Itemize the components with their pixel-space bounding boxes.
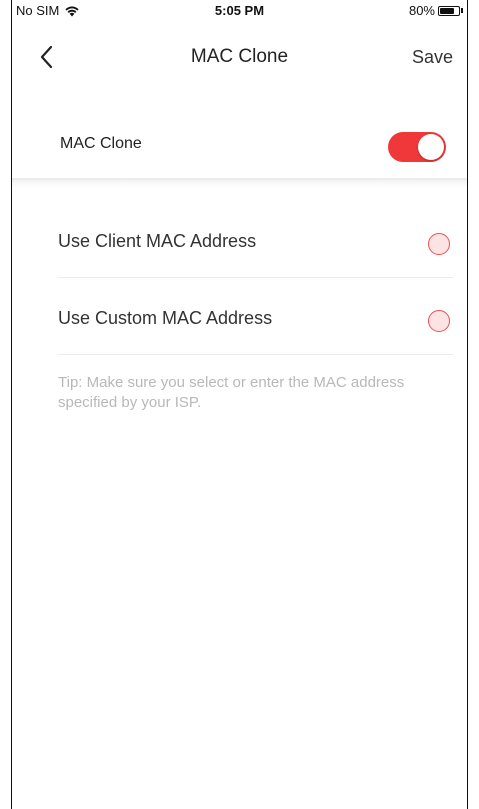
option-custom-mac[interactable]: Use Custom MAC Address [58,278,453,355]
battery-percent: 80% [408,3,435,18]
battery-fill [440,7,454,14]
status-right: 80% [409,3,463,18]
option-label: Use Client MAC Address [58,231,257,251]
option-client-mac[interactable]: Use Client MAC Address [58,188,453,278]
section-divider [12,178,467,188]
mac-clone-toggle[interactable] [388,132,446,162]
option-label: Use Custom MAC Address [58,308,273,328]
toggle-knob [418,134,444,160]
nav-bar: MAC Clone Save [12,24,467,84]
status-time: 5:05 PM [214,3,265,18]
mac-option-list: Use Client MAC Address Use Custom MAC Ad… [12,188,467,355]
radio-button[interactable] [428,310,450,332]
mac-clone-label: MAC Clone [60,135,142,152]
mac-clone-row: MAC Clone [12,84,467,178]
save-button[interactable]: Save [412,47,453,68]
radio-button[interactable] [428,233,450,255]
tip-text: Tip: Make sure you select or enter the M… [58,374,405,411]
status-bar: No SIM 5:05 PM 80% [12,0,467,24]
phone-screen: No SIM 5:05 PM 80% MAC Clone Save MAC Cl… [11,0,468,809]
battery-tip [461,8,463,13]
page-title: MAC Clone [190,46,289,67]
battery-icon [438,5,460,16]
